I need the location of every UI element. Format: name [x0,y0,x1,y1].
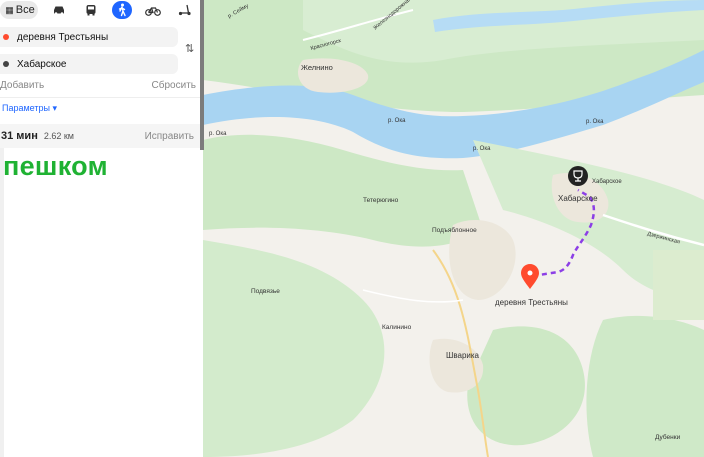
small-label: Хабарское [592,179,622,185]
divider [0,97,200,98]
start-dot-icon [3,34,9,40]
place-label: Подъяблонное [432,226,477,234]
map[interactable]: Желнино Хабарское Тетерюгино Подъяблонно… [203,0,704,457]
place-label: Шварика [446,351,480,360]
field-east [653,250,704,320]
params-dropdown[interactable]: Параметры ▾ [2,103,57,114]
route-actions: Добавить Сбросить [0,80,196,91]
route-panel: ▦ Все деревня Трестьяны Хабарское ⇅ Доба… [0,0,203,457]
forest-south-east [586,315,704,457]
place-label: Подвязье [251,288,280,295]
place-label: Хабарское [558,194,598,203]
mode-all-label: Все [15,4,35,16]
river-label: р. Ока [209,131,227,137]
bus-icon[interactable] [80,1,102,19]
walking-caption: пешком [3,151,108,181]
fix-link[interactable]: Исправить [145,131,194,142]
car-icon[interactable] [48,1,70,19]
route-from-text: деревня Трестьяны [17,31,109,43]
end-dot-icon [3,61,9,67]
place-label: деревня Трестьяны [495,298,568,307]
river-label: р. Ока [586,119,604,125]
place-label: Дубенки [655,433,681,441]
grid-icon: ▦ [5,4,14,15]
transport-modes: ▦ Все [0,0,200,20]
place-label: Калинино [382,324,412,331]
river-label: р. Ока [388,118,406,124]
mode-all-button[interactable]: ▦ Все [0,1,38,19]
reset-link[interactable]: Сбросить [152,80,196,91]
route-to-field[interactable]: Хабарское [0,54,178,74]
route-to-text: Хабарское [17,58,67,70]
route-summary[interactable]: 31 мин 2.62 км Исправить [0,124,200,148]
scooter-icon[interactable] [174,1,196,19]
route-time: 31 мин [1,130,38,142]
place-label: Тетерюгино [363,197,399,204]
panel-scrollbar[interactable] [200,0,204,150]
river-label: р. Ока [473,146,491,152]
place-label: Желнино [301,63,333,72]
walk-icon[interactable] [112,1,132,19]
route-from-field[interactable]: деревня Трестьяны [0,27,178,47]
bike-icon[interactable] [142,1,164,19]
add-point-link[interactable]: Добавить [0,80,44,91]
route-distance: 2.62 км [43,131,74,141]
scroll-track [0,148,4,457]
swap-route-icon[interactable]: ⇅ [185,42,194,55]
destination-marker-icon[interactable] [568,166,588,186]
